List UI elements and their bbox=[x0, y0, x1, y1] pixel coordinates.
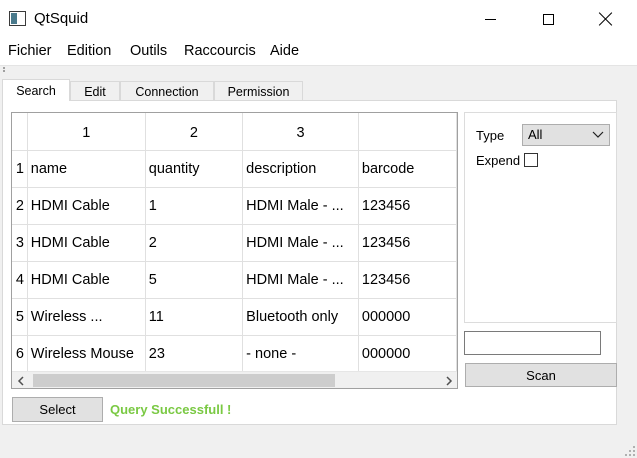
chevron-left-icon[interactable] bbox=[12, 372, 29, 388]
menu-edition[interactable]: Edition bbox=[67, 43, 111, 59]
table-cell[interactable]: 5 bbox=[145, 261, 244, 299]
menu-aide[interactable]: Aide bbox=[270, 43, 299, 59]
title-bar: QtSquid bbox=[0, 0, 637, 38]
table-cell[interactable]: barcode bbox=[358, 150, 457, 188]
minimize-icon bbox=[484, 18, 496, 20]
row-header[interactable]: 3 bbox=[12, 224, 28, 262]
table-cell[interactable]: Wireless Mouse bbox=[27, 335, 146, 373]
table-cell[interactable]: 2 bbox=[145, 224, 244, 262]
scan-input[interactable] bbox=[464, 331, 601, 355]
table-cell[interactable]: 1 bbox=[145, 187, 244, 225]
select-button[interactable]: Select bbox=[12, 397, 103, 422]
table-row: 2 HDMI Cable 1 HDMI Male - ... 123456 bbox=[12, 187, 457, 225]
horizontal-scrollbar[interactable] bbox=[12, 371, 457, 388]
table-cell[interactable]: 23 bbox=[145, 335, 244, 373]
table-cell[interactable]: Wireless ... bbox=[27, 298, 146, 336]
close-icon bbox=[599, 12, 613, 26]
table-row: 6 Wireless Mouse 23 - none - 000000 bbox=[12, 335, 457, 373]
table-cell[interactable]: Bluetooth only bbox=[242, 298, 359, 336]
menu-outils[interactable]: Outils bbox=[130, 43, 167, 59]
type-select-value: All bbox=[528, 127, 543, 142]
window-title: QtSquid bbox=[34, 10, 89, 27]
menu-fichier[interactable]: Fichier bbox=[8, 43, 52, 59]
results-grid: 1 2 3 1 name quantity description barcod… bbox=[12, 113, 457, 373]
table-cell[interactable]: quantity bbox=[145, 150, 244, 188]
table-row: 4 HDMI Cable 5 HDMI Male - ... 123456 bbox=[12, 261, 457, 299]
table-corner[interactable] bbox=[12, 113, 28, 151]
resize-grip[interactable] bbox=[625, 446, 635, 456]
column-header[interactable]: 1 bbox=[27, 113, 146, 151]
tab-connection[interactable]: Connection bbox=[120, 81, 214, 101]
tab-permission[interactable]: Permission bbox=[214, 81, 303, 101]
maximize-icon bbox=[542, 13, 554, 25]
chevron-down-icon bbox=[592, 127, 604, 141]
row-header[interactable]: 6 bbox=[12, 335, 28, 373]
maximize-button[interactable] bbox=[525, 0, 571, 38]
row-header[interactable]: 2 bbox=[12, 187, 28, 225]
row-header[interactable]: 4 bbox=[12, 261, 28, 299]
column-header[interactable]: 2 bbox=[145, 113, 244, 151]
table-cell[interactable]: 000000 bbox=[358, 298, 457, 336]
toolbar-handle[interactable] bbox=[3, 67, 7, 75]
table-cell[interactable]: - none - bbox=[242, 335, 359, 373]
close-button[interactable] bbox=[583, 0, 629, 38]
column-header[interactable]: 3 bbox=[242, 113, 359, 151]
table-cell[interactable]: HDMI Cable bbox=[27, 224, 146, 262]
table-cell[interactable]: 123456 bbox=[358, 261, 457, 299]
expend-checkbox[interactable] bbox=[524, 153, 538, 167]
row-header[interactable]: 5 bbox=[12, 298, 28, 336]
main-window: QtSquid Fichier Edition Outils Raccourci… bbox=[0, 0, 637, 458]
table-cell[interactable]: HDMI Male - ... bbox=[242, 187, 359, 225]
results-table[interactable]: 1 2 3 1 name quantity description barcod… bbox=[11, 112, 458, 389]
tab-search[interactable]: Search bbox=[2, 79, 70, 101]
table-cell[interactable]: HDMI Cable bbox=[27, 261, 146, 299]
scrollbar-thumb[interactable] bbox=[33, 374, 335, 387]
status-message: Query Successfull ! bbox=[110, 402, 232, 417]
table-row: 3 HDMI Cable 2 HDMI Male - ... 123456 bbox=[12, 224, 457, 262]
column-header[interactable] bbox=[358, 113, 457, 151]
table-cell[interactable]: HDMI Male - ... bbox=[242, 224, 359, 262]
menu-raccourcis[interactable]: Raccourcis bbox=[184, 43, 256, 59]
row-header[interactable]: 1 bbox=[12, 150, 28, 188]
table-row: 5 Wireless ... 11 Bluetooth only 000000 bbox=[12, 298, 457, 336]
table-row: 1 name quantity description barcode bbox=[12, 150, 457, 188]
table-cell[interactable]: 123456 bbox=[358, 224, 457, 262]
minimize-button[interactable] bbox=[467, 0, 513, 38]
menu-bar: Fichier Edition Outils Raccourcis Aide bbox=[0, 38, 637, 66]
expend-label: Expend bbox=[476, 153, 521, 168]
app-icon bbox=[9, 11, 26, 26]
table-cell[interactable]: name bbox=[27, 150, 146, 188]
table-cell[interactable]: 123456 bbox=[358, 187, 457, 225]
table-cell[interactable]: 11 bbox=[145, 298, 244, 336]
table-cell[interactable]: 000000 bbox=[358, 335, 457, 373]
chevron-right-icon[interactable] bbox=[440, 372, 457, 388]
type-label: Type bbox=[476, 128, 505, 143]
scan-button[interactable]: Scan bbox=[465, 363, 617, 387]
table-cell[interactable]: HDMI Male - ... bbox=[242, 261, 359, 299]
table-cell[interactable]: HDMI Cable bbox=[27, 187, 146, 225]
tab-bar: Search Edit Connection Permission bbox=[0, 79, 637, 101]
table-cell[interactable]: description bbox=[242, 150, 359, 188]
type-select[interactable]: All bbox=[522, 124, 610, 146]
tab-edit[interactable]: Edit bbox=[70, 81, 120, 101]
